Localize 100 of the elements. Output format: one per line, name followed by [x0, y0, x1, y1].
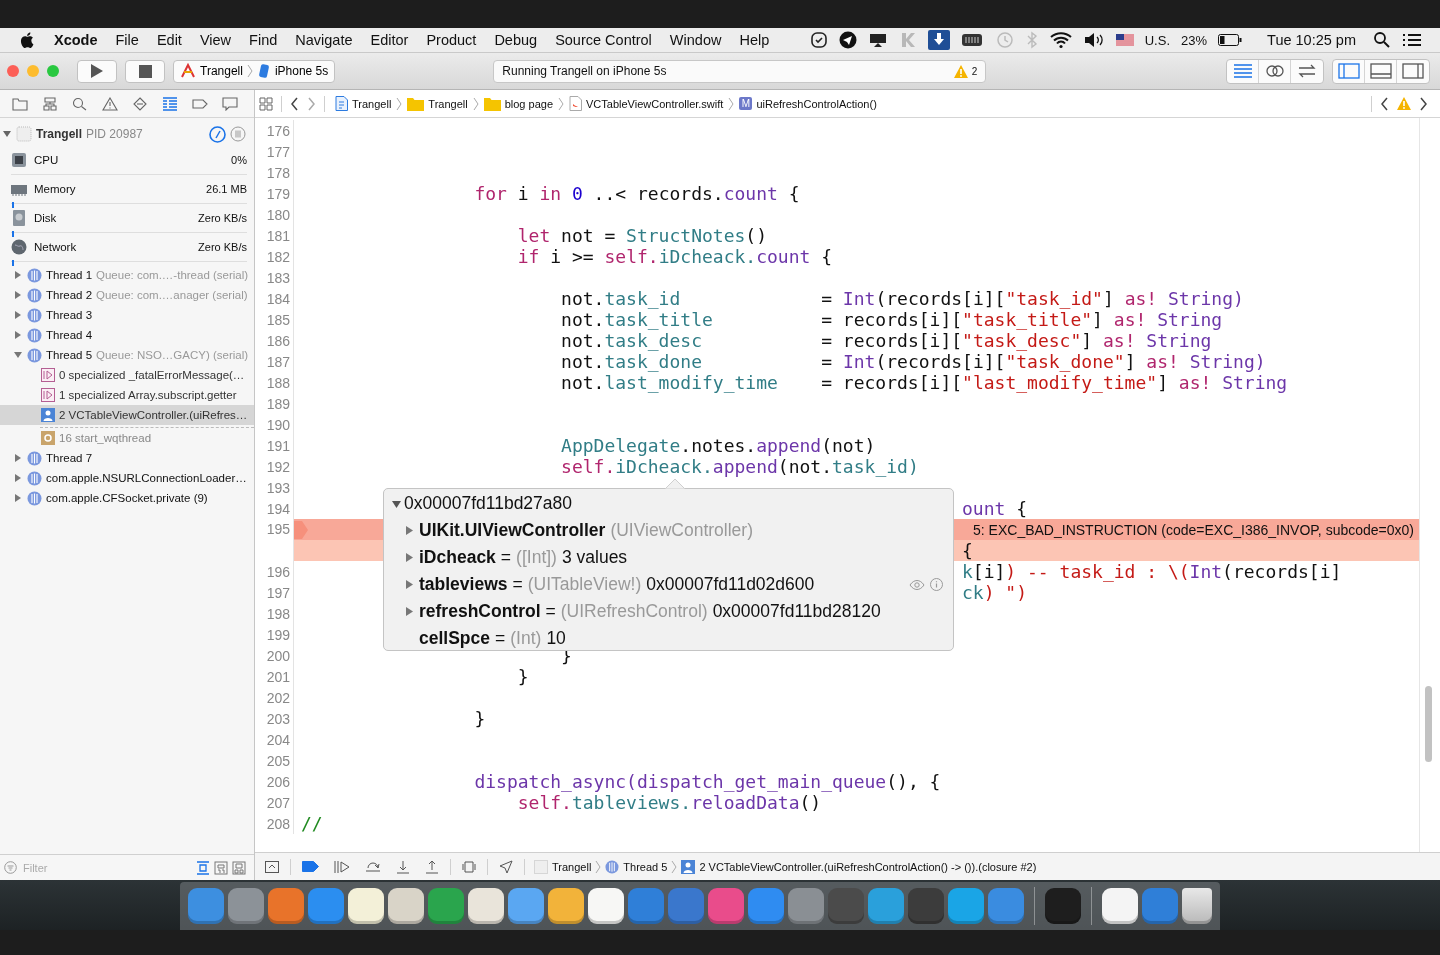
disclosure-triangle[interactable]: [13, 290, 23, 300]
battery-icon[interactable]: [1218, 34, 1243, 46]
menu-item[interactable]: Help: [730, 32, 779, 48]
gauge-name[interactable]: Network: [34, 241, 77, 253]
layout-icon[interactable]: [196, 860, 210, 875]
code-line: self.iDcheack.append(not.task_id): [561, 456, 919, 477]
device-selector[interactable]: iPhone 5s: [254, 63, 331, 79]
app-icon[interactable]: [588, 888, 624, 924]
close-button[interactable]: [7, 65, 19, 77]
thread-name[interactable]: Thread 7: [46, 452, 93, 464]
scrollbar-thumb[interactable]: [1425, 686, 1432, 762]
scheme-selector[interactable]: Trangell: [178, 63, 245, 79]
thread-name[interactable]: Thread 5: [46, 349, 93, 361]
disclosure-triangle[interactable]: [2, 129, 12, 139]
gauge-name[interactable]: CPU: [34, 154, 59, 166]
checkmark-bubble-icon[interactable]: [809, 31, 828, 49]
layout-icon[interactable]: [232, 860, 246, 875]
thread-name[interactable]: Thread 3: [46, 309, 93, 321]
app-menu[interactable]: Xcode: [48, 32, 107, 48]
clock[interactable]: Tue 10:25 pm: [1267, 32, 1356, 48]
disclosure-triangle[interactable]: [13, 473, 23, 483]
disclosure-triangle[interactable]: [13, 310, 23, 320]
menu-item[interactable]: Source Control: [546, 32, 661, 48]
method-badge: M: [739, 97, 753, 110]
code-line: not.task_title = records[i]["task_title"] as! String: [561, 309, 1223, 330]
line-number: 181: [255, 225, 294, 246]
menu-item[interactable]: View: [190, 32, 241, 48]
info-icon[interactable]: [930, 578, 943, 591]
stack-frame[interactable]: 1 specialized Array.subscript.getter: [59, 389, 237, 401]
path-crumb[interactable]: Thread 5: [603, 859, 670, 874]
run-button[interactable]: [77, 59, 117, 83]
app-icon[interactable]: [508, 888, 544, 924]
menu-item[interactable]: Window: [660, 32, 731, 48]
path-crumb[interactable]: Trangell: [532, 859, 594, 874]
menu-item[interactable]: File: [106, 32, 148, 48]
stop-button[interactable]: [125, 59, 165, 83]
gauge-icon[interactable]: [209, 125, 226, 143]
flag-icon[interactable]: [1115, 34, 1134, 46]
layout-icon[interactable]: [214, 860, 228, 875]
path-crumb[interactable]: blog page: [481, 96, 555, 111]
disclosure-triangle[interactable]: [406, 553, 413, 562]
path-crumb[interactable]: Trangell: [405, 96, 470, 111]
menu-item[interactable]: Edit: [147, 32, 191, 48]
stack-frame[interactable]: 0 specialized _fatalErrorMessage(…: [59, 369, 245, 381]
disclosure-triangle[interactable]: [406, 607, 413, 616]
warning-count[interactable]: 2: [971, 65, 978, 77]
eye-icon[interactable]: [909, 578, 925, 591]
list-icon[interactable]: [1402, 32, 1422, 48]
line-number: 190: [255, 414, 294, 435]
thread-name[interactable]: Thread 2: [46, 289, 93, 301]
display-icon[interactable]: [867, 31, 888, 49]
app-icon[interactable]: [468, 888, 504, 924]
search-icon[interactable]: [1373, 31, 1391, 49]
disclosure-triangle[interactable]: [13, 270, 23, 280]
path-crumb[interactable]: Trangell: [333, 96, 394, 111]
apple-logo-icon[interactable]: [20, 32, 34, 48]
disclosure-triangle[interactable]: [406, 580, 413, 589]
path-crumb[interactable]: VCTableViewController.swift: [567, 96, 726, 111]
gauge-name[interactable]: Disk: [34, 212, 57, 224]
chevron-icon: [472, 96, 479, 111]
disclosure-triangle[interactable]: [13, 350, 23, 360]
menu-item[interactable]: Debug: [485, 32, 547, 48]
code-line: ount {: [962, 498, 1028, 519]
app-icon[interactable]: [348, 888, 384, 924]
input-source[interactable]: U.S.: [1144, 32, 1171, 48]
chevron-icon: [728, 96, 735, 111]
paper-plane-icon[interactable]: [838, 31, 857, 49]
speaker-icon[interactable]: [1082, 31, 1105, 49]
speech-bubble-icon: [222, 96, 238, 111]
filter-field[interactable]: Filter: [21, 860, 192, 875]
path-crumb[interactable]: 2 VCTableViewController.(uiRefreshControlAction() -> ()).(closure #2): [679, 859, 1039, 874]
disclosure-triangle[interactable]: [13, 493, 23, 503]
disclosure-triangle[interactable]: [13, 453, 23, 463]
line-number: 177: [255, 141, 294, 162]
app-icon[interactable]: [388, 888, 424, 924]
app-icon[interactable]: [548, 888, 584, 924]
trash-icon[interactable]: [1182, 888, 1212, 924]
menu-item[interactable]: Editor: [361, 32, 418, 48]
menu-item[interactable]: Find: [240, 32, 287, 48]
menu-item[interactable]: Product: [417, 32, 486, 48]
gauge-name[interactable]: Memory: [34, 183, 76, 195]
thread-name[interactable]: Thread 4: [46, 329, 93, 341]
error-marker-icon: [294, 521, 308, 539]
path-crumb[interactable]: M uiRefreshControlAction(): [737, 97, 879, 110]
download-icon[interactable]: [927, 30, 950, 50]
thread-name[interactable]: com.apple.CFSocket.private (9): [46, 492, 208, 504]
panel-layout-icon: [1369, 63, 1392, 79]
member-type: (Int): [510, 628, 542, 649]
battery-percent[interactable]: 23%: [1181, 32, 1208, 48]
disclosure-triangle[interactable]: [13, 330, 23, 340]
wifi-icon[interactable]: [1049, 31, 1072, 49]
grid-icon[interactable]: [259, 96, 273, 111]
document-icon[interactable]: [1102, 888, 1138, 924]
pause-icon[interactable]: [230, 126, 246, 142]
filter-icon[interactable]: [4, 861, 17, 874]
battery-box-icon[interactable]: [960, 32, 983, 48]
menu-item[interactable]: Navigate: [286, 32, 362, 48]
thread-name[interactable]: com.apple.NSURLConnectionLoader…: [46, 472, 247, 484]
disclosure-triangle[interactable]: [406, 526, 413, 535]
thread-name[interactable]: Thread 1: [46, 269, 93, 281]
